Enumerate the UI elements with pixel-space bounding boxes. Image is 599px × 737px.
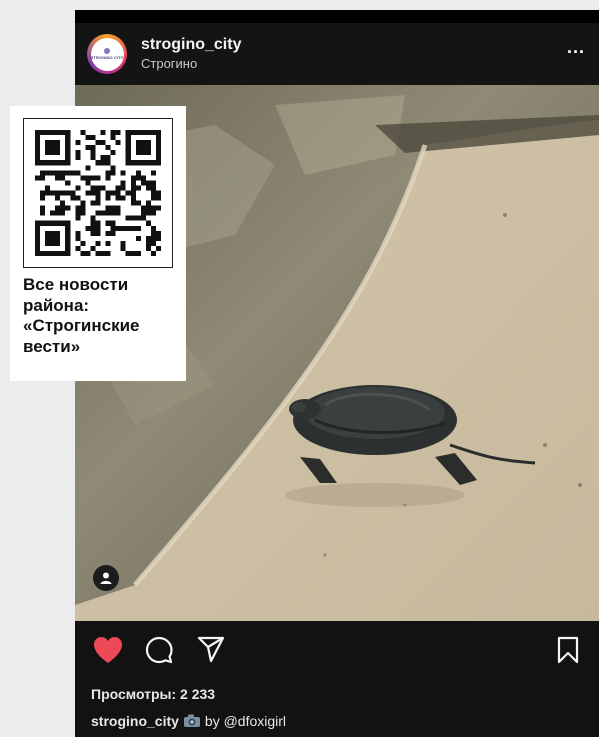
- post-header: STROGINO CITY strogino_city Строгино ...: [75, 23, 599, 85]
- qr-code[interactable]: [23, 118, 173, 268]
- avatar[interactable]: STROGINO CITY: [87, 34, 127, 74]
- post-actions: Просмотры: 2 233 strogino_city by @dfoxi…: [75, 621, 599, 737]
- share-icon[interactable]: [197, 636, 225, 669]
- post-username[interactable]: strogino_city: [141, 36, 241, 54]
- caption-username[interactable]: strogino_city: [91, 713, 179, 729]
- caption-text: by @dfoxigirl: [204, 713, 287, 729]
- more-options-icon[interactable]: ...: [567, 37, 585, 58]
- promo-line: «Строгинские: [23, 316, 140, 335]
- bookmark-icon[interactable]: [557, 636, 579, 669]
- heart-icon[interactable]: [93, 636, 123, 669]
- post-caption: strogino_city by @dfoxigirl: [91, 713, 286, 731]
- promo-line: Все новости: [23, 275, 129, 294]
- post-location[interactable]: Строгино: [141, 56, 197, 71]
- promo-line: района:: [23, 295, 90, 315]
- views-count: Просмотры: 2 233: [91, 686, 216, 702]
- qr-code-pattern: [35, 130, 161, 256]
- user-tag-icon[interactable]: [93, 565, 119, 591]
- promo-text: Все новости района: «Строгинские вести»: [23, 275, 183, 357]
- camera-icon: [183, 713, 201, 731]
- comment-icon[interactable]: [145, 636, 173, 669]
- avatar-logo-text: STROGINO CITY: [90, 55, 124, 60]
- promo-qr-card[interactable]: Все новости района: «Строгинские вести»: [10, 106, 186, 381]
- promo-line: вести»: [23, 336, 81, 356]
